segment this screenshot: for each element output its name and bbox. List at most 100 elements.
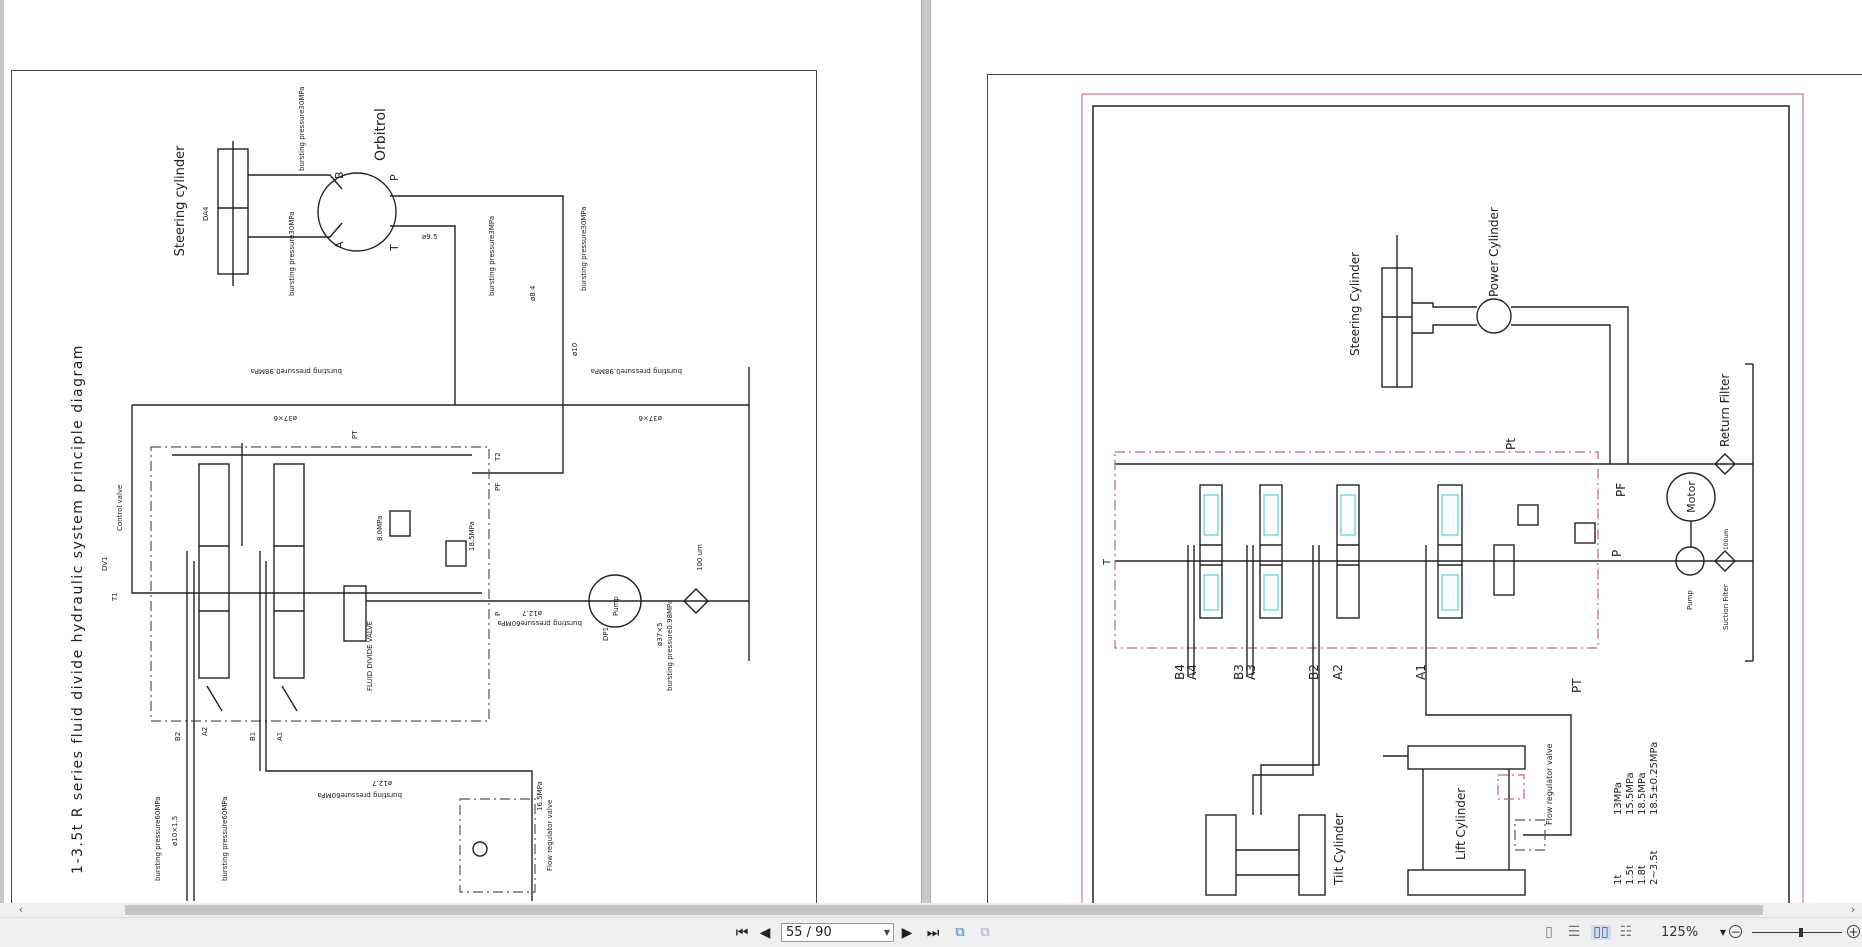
pressure-value: 15.5MPa [1625, 772, 1636, 815]
spool-valve-2 [1336, 484, 1360, 619]
pressure-value: 13MPa [1613, 782, 1624, 815]
rotate-view-icon[interactable]: ⧉ [951, 923, 969, 943]
horizontal-scrollbar[interactable]: ‹ › [0, 903, 1862, 917]
suction-filter-label: Suction Filter [1722, 584, 1730, 630]
page-number-input[interactable]: 55 / 90 ▼ [781, 923, 894, 942]
cylinder-tag: DA4 [202, 206, 210, 221]
pipe-dia: ø9.5 [422, 233, 437, 241]
port-p: P [494, 612, 502, 616]
port-t-label: T [388, 244, 401, 252]
orbitrol-label: Orbitrol [373, 108, 389, 161]
zoom-slider[interactable] [1752, 928, 1842, 937]
port-a2: A2 [201, 727, 209, 736]
bursting-label: bursting pressure60MPa [317, 791, 402, 799]
port-p: P [1610, 550, 1624, 557]
pipe-dia: ø37×6 [638, 414, 662, 422]
control-valve-tag: DV1 [101, 556, 109, 571]
pressure-value: 18.5±0.25MPa [1649, 742, 1660, 815]
tilt-cylinder-label: Tilt Cylinder [1332, 813, 1346, 886]
page-number-value: 55 / 90 [786, 925, 832, 940]
document-viewer: 1-3.5t R series fluid divide hydraulic s… [0, 0, 1862, 903]
flow-regulator-valve [459, 798, 536, 893]
steering-cylinder-label: Steering Cylinder [1348, 252, 1362, 356]
diagram-title: 1-3.5t R series fluid divide hydraulic s… [70, 344, 86, 874]
steering-cylinder [217, 141, 249, 286]
pressure-value: 18.5MPa [1637, 772, 1648, 815]
bursting-label: bursting pressure60MPa [221, 796, 229, 881]
zoom-dropdown-icon[interactable]: ▼ [1719, 923, 1727, 943]
bursting-label: bursting pressure30MPa [288, 211, 296, 296]
control-valve-label: Control valve [116, 485, 124, 531]
scroll-right-arrow-icon[interactable]: › [1846, 903, 1860, 917]
pressure-table: 13MPa 15.5MPa 18.5MPa 18.5±0.25MPa 1t 1.… [1613, 742, 1660, 885]
flow-regulator-label: Flow regulator valve [546, 800, 554, 871]
steering-cylinder [1381, 235, 1413, 388]
port-pf: PF [1614, 483, 1628, 497]
pipe-dia: ø12.7 [372, 779, 392, 787]
previous-page-icon[interactable]: ◀ [758, 923, 772, 943]
power-cylinder-symbol [1476, 298, 1512, 334]
right-page: Steering Cylinder Power Cylinder T Pt PF… [987, 74, 1862, 903]
capacity-value: 2~3.5t [1649, 850, 1660, 885]
bursting-label: bursting pressure3MPa [488, 216, 496, 296]
bottom-toolbar: ⏮ ◀ 55 / 90 ▼ ▶ ⏭ ⧉ ⧉ ▯ ☰ ▯▯ ☷ 125% ▼ − + [0, 917, 1862, 947]
bursting-label: bursting pressure0.98MPa [591, 367, 682, 375]
capacity-value: 1t [1613, 875, 1624, 885]
flow-regulator-label: Flow regulator valve [1545, 743, 1554, 825]
compare-view-icon[interactable]: ⧉ [976, 923, 994, 943]
port-t1: T1 [111, 592, 119, 602]
return-filter-label: Return Filter [1718, 374, 1732, 447]
port-t: T [1102, 558, 1113, 566]
bursting-label: bursting pressure30MPa [298, 86, 306, 171]
port-a-label: A [333, 241, 346, 249]
port-b1: B1 [249, 732, 257, 741]
left-edge [0, 0, 4, 903]
port-t2: T2 [494, 452, 502, 462]
fluid-divide-valve-label: FLUID DIVIDE VALVE [366, 621, 374, 691]
bursting-label: bursting pressure60MPa [154, 796, 162, 881]
zoom-in-icon[interactable]: + [1847, 925, 1860, 938]
power-cylinder-label: Power Cylinder [1487, 207, 1501, 297]
port-a4: A4 [1185, 664, 1199, 680]
single-page-view-icon[interactable]: ▯ [1542, 925, 1556, 940]
last-page-icon[interactable]: ⏭ [924, 923, 942, 943]
filter-mesh: 100um [1723, 529, 1730, 550]
port-pt-upper: Pt [1504, 438, 1518, 450]
spool-valve-2 [273, 463, 305, 712]
relief-valve-18 [445, 540, 467, 567]
relief-valve [1517, 504, 1539, 526]
zoom-out-icon[interactable]: − [1729, 925, 1742, 938]
left-page: 1-3.5t R series fluid divide hydraulic s… [11, 70, 817, 903]
filter-mesh: 100 um [696, 544, 704, 571]
pipe-dia: ø10×1.5 [171, 816, 179, 846]
port-a1: A1 [1414, 664, 1428, 680]
next-page-icon[interactable]: ▶ [900, 923, 914, 943]
two-page-continuous-view-icon[interactable]: ☷ [1619, 925, 1633, 940]
control-valve-box [150, 446, 490, 722]
priority-valve [1493, 544, 1515, 596]
scrollbar-thumb[interactable] [125, 905, 1763, 915]
zoom-slider-handle[interactable] [1799, 928, 1804, 937]
pipe-dia: ø10 [571, 343, 579, 356]
continuous-view-icon[interactable]: ☰ [1567, 925, 1581, 940]
port-pt: PT [351, 430, 359, 439]
pump-tag: DP1 [602, 627, 610, 641]
spool-valve-1 [198, 463, 230, 712]
spool-valve-3 [1259, 484, 1283, 619]
capacity-value: 1.8t [1637, 865, 1648, 885]
capacity-value: 1.5t [1625, 865, 1636, 885]
page-divider [921, 0, 931, 903]
port-pf: PF [494, 483, 502, 491]
two-page-view-icon[interactable]: ▯▯ [1591, 925, 1611, 940]
pipe-dia: ø12.7 [522, 609, 542, 617]
zoom-level[interactable]: 125% [1661, 923, 1698, 943]
chevron-down-icon[interactable]: ▼ [884, 924, 890, 941]
bursting-label: bursting pressure60MPa [497, 619, 582, 627]
port-b2: B2 [1307, 664, 1321, 680]
pipe-dia: ø37×5 [656, 622, 664, 646]
scroll-left-arrow-icon[interactable]: ‹ [14, 903, 28, 917]
pump-label: Pump [612, 596, 620, 616]
first-page-icon[interactable]: ⏮ [733, 923, 751, 943]
port-a3: A3 [1244, 664, 1258, 680]
relief-8-label: 8.0MPa [376, 516, 384, 541]
